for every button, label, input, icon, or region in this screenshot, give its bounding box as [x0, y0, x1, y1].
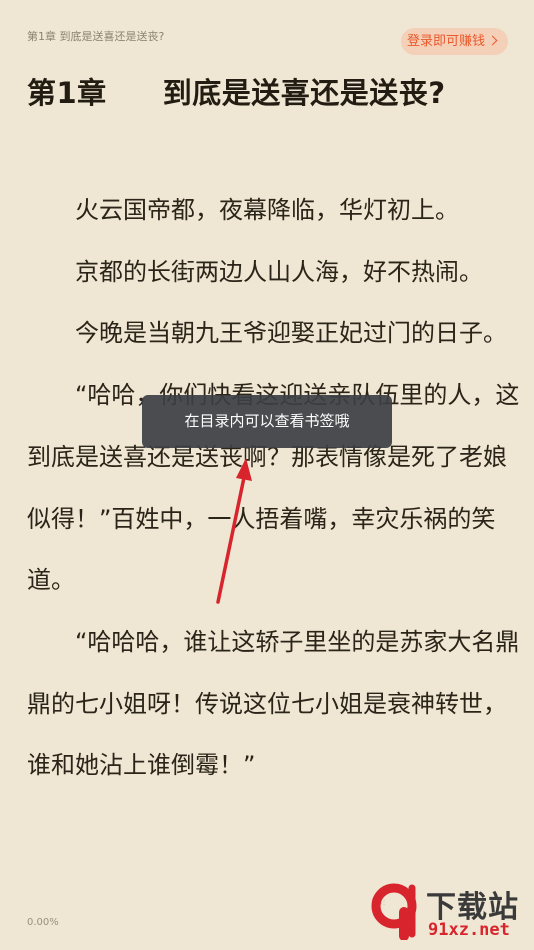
reader-header: 第1章 到底是送喜还是送丧? 登录即可赚钱 — [0, 0, 534, 60]
paragraph: 火云国帝都，夜幕降临，华灯初上。 — [75, 196, 459, 224]
chapter-title: 第1章 到底是送喜还是送丧? — [27, 70, 446, 112]
bookmark-hint-toast: 在目录内可以查看书签哦 — [142, 395, 392, 448]
paragraph: “哈哈哈，谁让这轿子里坐的是苏家大名鼎鼎的七小姐呀！传说这位七小姐是衰神转世，谁… — [27, 627, 520, 780]
chevron-right-icon — [487, 35, 498, 46]
paragraph: 今晚是当朝九王爷迎娶正妃过门的日子。 — [75, 319, 507, 348]
watermark-url: 91xz.net — [428, 920, 510, 940]
chapter-breadcrumb: 第1章 到底是送喜还是送丧? — [27, 30, 165, 43]
site-watermark: 13: 下载站 91xz.net — [368, 880, 528, 946]
login-earn-button[interactable]: 登录即可赚钱 — [401, 28, 508, 55]
chapter-name: 到底是送喜还是送丧? — [162, 76, 446, 110]
paragraph: 京都的长街两边人山人海，好不热闹。 — [75, 257, 483, 286]
chapter-number: 第1章 — [27, 76, 107, 110]
login-button-label: 登录即可赚钱 — [406, 34, 485, 49]
reading-progress: 0.00% — [27, 917, 59, 928]
logo-icon — [371, 883, 417, 940]
reading-content[interactable]: 火云国帝都，夜幕降临，华灯初上。 京都的长街两边人山人海，好不热闹。 今晚是当朝… — [27, 180, 527, 797]
